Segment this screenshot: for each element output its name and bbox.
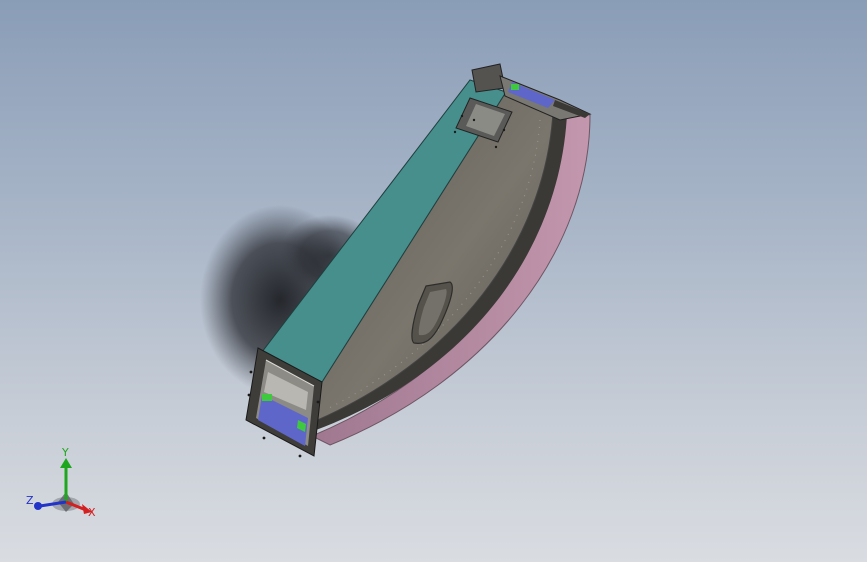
graphics-viewport[interactable]: Y X Z <box>0 0 867 562</box>
y-axis-arrow <box>60 458 72 468</box>
coordinate-triad: Y X Z <box>26 446 96 519</box>
model-view[interactable] <box>0 0 867 562</box>
x-axis-label: X <box>88 506 96 519</box>
y-axis-label: Y <box>61 446 69 459</box>
z-axis-tip <box>34 502 42 510</box>
z-axis-label: Z <box>26 494 34 507</box>
